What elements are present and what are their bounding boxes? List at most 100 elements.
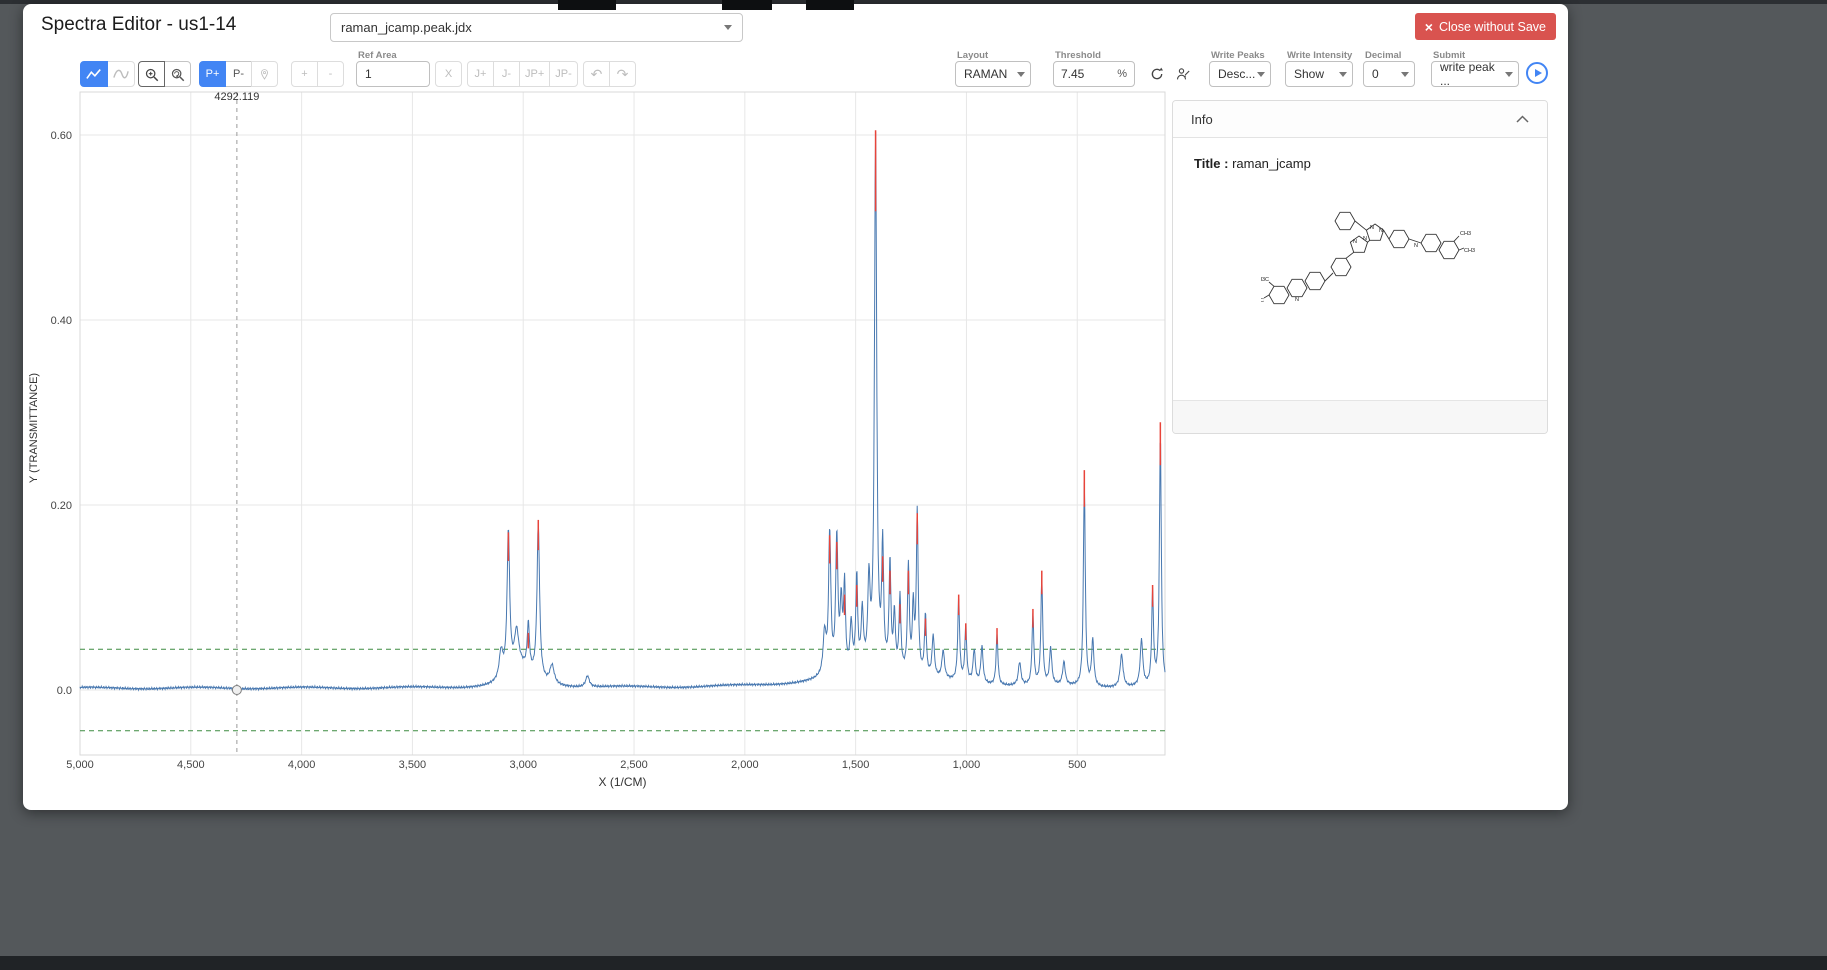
play-icon	[1535, 69, 1542, 77]
set-reference-button[interactable]	[251, 61, 278, 87]
molecule-ch3-label: CH3	[1460, 231, 1471, 237]
file-dropdown-value: raman_jcamp.peak.jdx	[341, 20, 472, 35]
info-panel: Info Title : raman_jcamp	[1172, 100, 1548, 434]
chevron-down-icon	[1505, 72, 1513, 77]
zoom-reset-button[interactable]	[164, 61, 191, 87]
molecule-structure: H3C H3C N N N N N N CH3 CH3	[1261, 199, 1481, 325]
molecule-n-label: N	[1370, 225, 1374, 231]
redo-button[interactable]: ↷	[609, 61, 636, 87]
molecule-container: H3C H3C N N N N N N CH3 CH3	[1194, 199, 1547, 325]
chevron-down-icon	[1401, 72, 1409, 77]
history-group: ↶ ↷	[583, 61, 636, 87]
ref-area-group: Ref Area	[356, 50, 430, 87]
user-edit-button[interactable]	[1171, 61, 1196, 87]
svg-text:2,500: 2,500	[620, 759, 648, 771]
peak-edit-group: P+ P-	[199, 61, 278, 87]
svg-text:0.20: 0.20	[51, 500, 72, 512]
j-minus-button[interactable]: J-	[493, 61, 520, 87]
reset-threshold-button[interactable]	[1144, 61, 1169, 87]
svg-text:3,500: 3,500	[399, 759, 427, 771]
write-intensity-group: Write Intensity Show	[1285, 50, 1353, 87]
decimal-label: Decimal	[1365, 50, 1415, 59]
molecule-n-label: N	[1414, 243, 1418, 249]
svg-text:4,500: 4,500	[177, 759, 205, 771]
multiplicity-plus-button[interactable]: +	[291, 61, 318, 87]
svg-text:2,000: 2,000	[731, 759, 759, 771]
clear-x-button[interactable]: X	[435, 61, 462, 87]
threshold-label: Threshold	[1055, 50, 1135, 59]
decimal-select[interactable]: 0	[1363, 61, 1415, 87]
line-chart-icon	[86, 67, 102, 81]
page-title: Spectra Editor - us1-14	[41, 14, 236, 36]
close-without-save-button[interactable]: × Close without Save	[1415, 13, 1556, 40]
info-header-label: Info	[1191, 112, 1213, 127]
molecule-n-label: N	[1363, 236, 1367, 242]
submit-select[interactable]: write peak ...	[1431, 61, 1519, 87]
map-pin-icon	[258, 67, 271, 82]
undo-button[interactable]: ↶	[583, 61, 610, 87]
user-edit-icon	[1175, 66, 1192, 82]
info-panel-body: Title : raman_jcamp	[1173, 138, 1547, 325]
layout-label: Layout	[957, 50, 1031, 59]
add-peak-button[interactable]: P+	[199, 61, 226, 87]
close-button-label: Close without Save	[1439, 20, 1546, 34]
molecule-h3c-label: H3C	[1261, 277, 1269, 283]
jp-plus-button[interactable]: JP+	[519, 61, 550, 87]
molecule-n-label: N	[1379, 228, 1383, 234]
zoom-in-icon	[144, 67, 159, 82]
multiplicity-minus-button[interactable]: -	[317, 61, 344, 87]
background-tab-fragment	[722, 0, 772, 10]
decimal-value: 0	[1372, 67, 1379, 81]
threshold-group: Threshold %	[1053, 50, 1135, 87]
submit-value: write peak ...	[1440, 60, 1502, 88]
j-plus-button[interactable]: J+	[467, 61, 494, 87]
threshold-input[interactable]	[1061, 67, 1105, 81]
threshold-unit: %	[1117, 68, 1127, 80]
write-peaks-label: Write Peaks	[1211, 50, 1271, 59]
spectra-editor-window: Spectra Editor - us1-14 raman_jcamp.peak…	[23, 4, 1568, 810]
multiplicity-group: + -	[291, 61, 344, 87]
threshold-inputbox: %	[1053, 61, 1135, 87]
write-peaks-select[interactable]: Desc...	[1209, 61, 1271, 87]
molecule-ch3-label: CH3	[1464, 248, 1475, 254]
close-icon: ×	[1425, 20, 1433, 34]
spectrum-chart[interactable]: 5,0004,5004,0003,5003,0002,5002,0001,500…	[23, 88, 1171, 794]
chevron-down-icon	[1257, 72, 1265, 77]
jp-minus-button[interactable]: JP-	[549, 61, 578, 87]
curve-mode-button[interactable]	[107, 61, 135, 87]
svg-text:1,500: 1,500	[842, 759, 870, 771]
info-panel-footer	[1173, 400, 1547, 433]
sample-title-line: Title : raman_jcamp	[1194, 156, 1547, 171]
screen: Spectra Editor - us1-14 raman_jcamp.peak…	[0, 0, 1827, 970]
chevron-down-icon	[724, 25, 732, 30]
submit-run-button[interactable]	[1526, 62, 1548, 84]
write-peaks-value: Desc...	[1218, 67, 1255, 81]
zoom-in-button[interactable]	[138, 61, 165, 87]
write-intensity-value: Show	[1294, 67, 1324, 81]
write-intensity-label: Write Intensity	[1287, 50, 1353, 59]
molecule-h3c-label: H3C	[1261, 298, 1264, 304]
clear-group: X	[435, 61, 462, 87]
undo-icon: ↶	[591, 66, 603, 83]
submit-label: Submit	[1433, 50, 1519, 59]
line-mode-button[interactable]	[80, 61, 108, 87]
write-intensity-select[interactable]: Show	[1285, 61, 1353, 87]
molecule-n-label: N	[1353, 239, 1357, 245]
layout-select[interactable]: RAMAN	[955, 61, 1031, 87]
redo-icon: ↷	[617, 66, 629, 83]
ref-area-label: Ref Area	[358, 50, 430, 59]
sample-title-label: Title :	[1194, 156, 1228, 171]
svg-text:0.0: 0.0	[57, 685, 72, 697]
file-dropdown[interactable]: raman_jcamp.peak.jdx	[330, 13, 743, 42]
ref-area-input[interactable]	[356, 61, 430, 87]
svg-text:1,000: 1,000	[953, 759, 981, 771]
info-panel-header[interactable]: Info	[1173, 101, 1547, 138]
zoom-reset-icon	[170, 67, 185, 82]
svg-text:0.40: 0.40	[51, 315, 72, 327]
submit-group: Submit write peak ...	[1431, 50, 1519, 87]
coupling-group: J+ J- JP+ JP-	[467, 61, 578, 87]
zoom-group	[138, 61, 191, 87]
svg-text:0.60: 0.60	[51, 130, 72, 142]
molecule-n-label: N	[1295, 297, 1299, 303]
remove-peak-button[interactable]: P-	[225, 61, 252, 87]
